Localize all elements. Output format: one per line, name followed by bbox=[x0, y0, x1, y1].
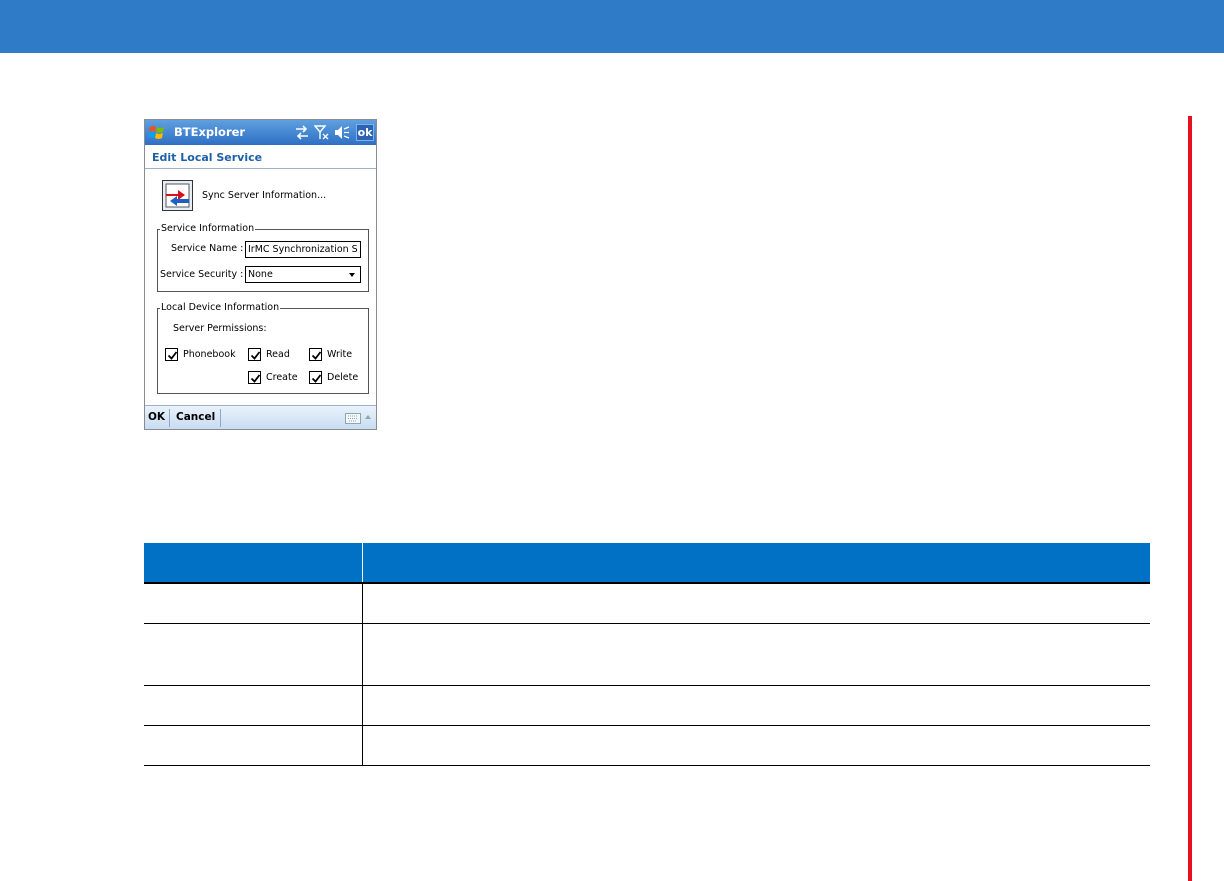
service-name-input[interactable]: IrMC Synchronization S bbox=[245, 241, 361, 258]
table-cell bbox=[362, 583, 1150, 624]
page-heading-bar: Edit Local Service bbox=[145, 145, 376, 169]
table-cell bbox=[144, 623, 363, 686]
chevron-up-icon[interactable] bbox=[365, 415, 371, 419]
softkey-menu-bar: OK Cancel bbox=[145, 405, 376, 429]
checkmark-icon bbox=[311, 351, 322, 360]
field-description-table bbox=[144, 543, 1150, 766]
checkbox-box[interactable] bbox=[309, 371, 322, 384]
checkbox-box[interactable] bbox=[248, 371, 261, 384]
table-row bbox=[144, 583, 1150, 624]
start-windows-icon[interactable] bbox=[148, 123, 167, 142]
service-information-group: Service Information Service Name : IrMC … bbox=[157, 222, 369, 292]
checkmark-icon bbox=[250, 374, 261, 383]
title-ok-button[interactable]: ok bbox=[356, 124, 374, 141]
top-banner bbox=[0, 0, 1224, 53]
table-row bbox=[144, 725, 1150, 766]
table-cell bbox=[362, 623, 1150, 686]
table-cell bbox=[144, 725, 363, 766]
device-screenshot: BTExplorer ok Edit Local Service Sync Se… bbox=[144, 119, 377, 430]
table-row bbox=[144, 623, 1150, 686]
menu-separator bbox=[169, 409, 170, 427]
menu-separator bbox=[220, 409, 221, 427]
checkbox-box[interactable] bbox=[309, 348, 322, 361]
service-security-label: Service Security : bbox=[160, 269, 244, 280]
table-cell bbox=[144, 685, 363, 726]
checkmark-icon bbox=[250, 351, 261, 360]
table-cell bbox=[362, 685, 1150, 726]
delete-checkbox[interactable]: Delete bbox=[309, 371, 358, 384]
sync-server-label: Sync Server Information... bbox=[202, 190, 327, 201]
checkbox-label: Create bbox=[266, 372, 298, 383]
checkbox-label: Delete bbox=[327, 372, 359, 383]
checkbox-label: Phonebook bbox=[183, 349, 236, 360]
local-device-information-group: Local Device Information Server Permissi… bbox=[157, 301, 369, 394]
table-header-row bbox=[144, 543, 1150, 584]
service-information-legend: Service Information bbox=[160, 222, 256, 236]
sync-server-icon bbox=[162, 180, 193, 211]
phonebook-checkbox[interactable]: Phonebook bbox=[165, 348, 236, 361]
table-header-cell bbox=[362, 543, 1150, 584]
local-device-information-legend: Local Device Information bbox=[160, 301, 281, 315]
service-security-value: None bbox=[248, 269, 273, 280]
read-checkbox[interactable]: Read bbox=[248, 348, 290, 361]
table-header-cell bbox=[144, 543, 363, 584]
ok-softkey[interactable]: OK bbox=[148, 411, 165, 423]
app-title: BTExplorer bbox=[174, 125, 246, 139]
create-checkbox[interactable]: Create bbox=[248, 371, 298, 384]
service-security-select[interactable]: None bbox=[245, 266, 361, 283]
table-cell bbox=[144, 583, 363, 624]
service-name-label: Service Name : bbox=[171, 243, 244, 254]
speaker-mute-icon[interactable] bbox=[334, 124, 350, 141]
checkbox-box[interactable] bbox=[248, 348, 261, 361]
checkmark-icon bbox=[167, 351, 178, 360]
table-row bbox=[144, 685, 1150, 726]
table-cell bbox=[362, 725, 1150, 766]
checkmark-icon bbox=[311, 374, 322, 383]
signal-off-icon[interactable] bbox=[314, 124, 330, 141]
side-marker-bar bbox=[1188, 116, 1192, 881]
title-bar: BTExplorer ok bbox=[145, 120, 376, 145]
write-checkbox[interactable]: Write bbox=[309, 348, 352, 361]
keyboard-icon[interactable] bbox=[345, 413, 361, 424]
cancel-softkey[interactable]: Cancel bbox=[176, 411, 215, 423]
sync-arrows-icon[interactable] bbox=[294, 124, 310, 141]
server-permissions-label: Server Permissions: bbox=[173, 323, 267, 334]
chevron-down-icon[interactable] bbox=[349, 273, 355, 277]
checkbox-box[interactable] bbox=[165, 348, 178, 361]
checkbox-label: Write bbox=[327, 349, 353, 360]
page-heading: Edit Local Service bbox=[152, 151, 263, 164]
checkbox-label: Read bbox=[266, 349, 290, 360]
